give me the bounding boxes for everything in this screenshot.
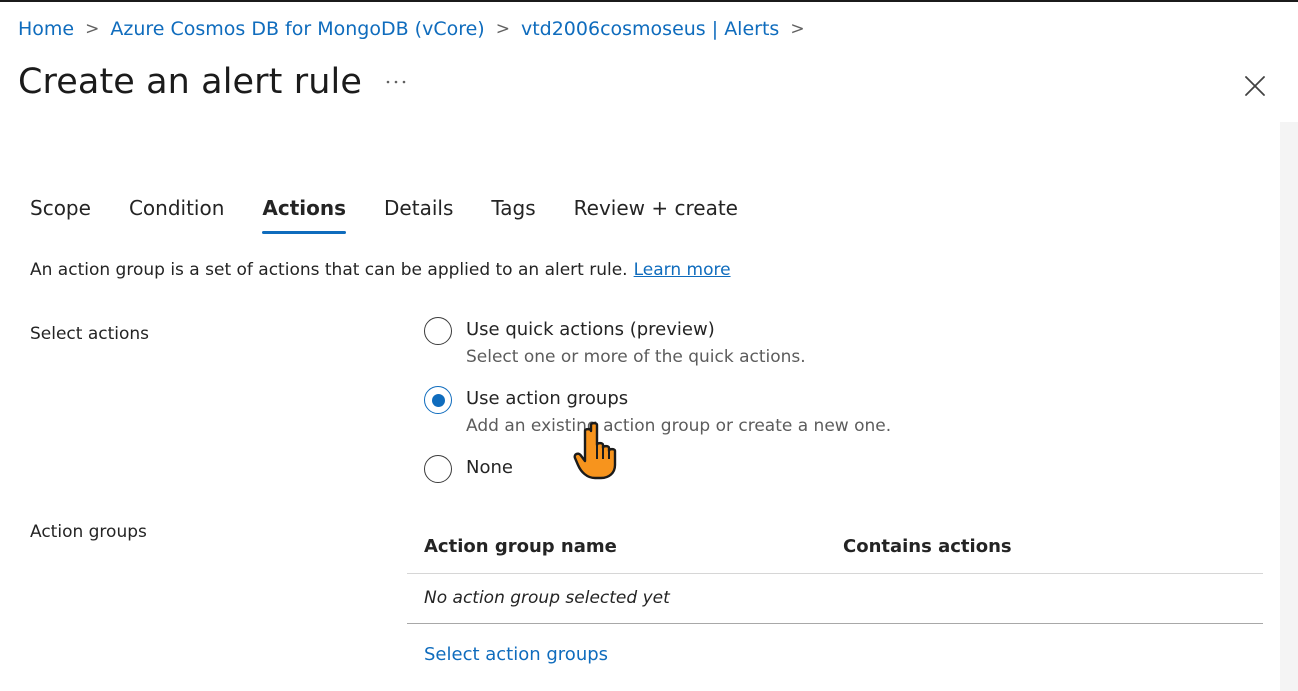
radio-action-groups-label: Use action groups [466,388,629,409]
breadcrumb-home[interactable]: Home [18,18,74,40]
tab-tags[interactable]: Tags [491,196,535,232]
breadcrumb-separator: > [85,19,100,39]
page-title: Create an alert rule [18,62,362,102]
action-groups-label: Action groups [30,522,147,542]
tab-condition[interactable]: Condition [129,196,224,232]
breadcrumb-separator: > [790,19,805,39]
radio-none-label: None [466,457,513,478]
select-actions-label: Select actions [30,324,150,344]
breadcrumb: Home > Azure Cosmos DB for MongoDB (vCor… [18,18,816,40]
intro-text: An action group is a set of actions that… [30,260,731,280]
tab-review-create[interactable]: Review + create [574,196,738,232]
radio-quick-actions-label: Use quick actions (preview) [466,319,715,340]
action-groups-table: Action group name Contains actions No ac… [407,522,1263,624]
column-header-contains-actions: Contains actions [843,536,1012,557]
breadcrumb-separator: > [495,19,510,39]
radio-action-groups-description: Add an existing action group or create a… [466,416,892,436]
radio-checked-icon[interactable] [424,386,452,414]
breadcrumb-alerts[interactable]: vtd2006cosmoseus | Alerts [521,18,779,40]
table-empty-row: No action group selected yet [407,574,1263,624]
radio-action-groups[interactable]: Use action groups Add an existing action… [424,386,891,438]
tab-actions[interactable]: Actions [262,196,346,234]
radio-unchecked-icon[interactable] [424,317,452,345]
table-header: Action group name Contains actions [407,522,1263,574]
radio-quick-actions[interactable]: Use quick actions (preview) Select one o… [424,317,806,369]
radio-dot [431,393,445,407]
breadcrumb-cosmos-db[interactable]: Azure Cosmos DB for MongoDB (vCore) [110,18,484,40]
select-action-groups-link[interactable]: Select action groups [424,644,608,665]
close-icon[interactable] [1242,73,1268,99]
scrollbar-track[interactable] [1280,122,1298,691]
radio-none[interactable]: None [424,455,513,483]
learn-more-link[interactable]: Learn more [634,260,731,280]
column-header-action-group-name: Action group name [424,536,617,557]
intro-description: An action group is a set of actions that… [30,260,628,280]
tab-scope[interactable]: Scope [30,196,91,232]
radio-unchecked-icon[interactable] [424,455,452,483]
tab-details[interactable]: Details [384,196,453,232]
tab-bar: Scope Condition Actions Details Tags Rev… [30,196,776,234]
radio-quick-actions-description: Select one or more of the quick actions. [466,347,806,367]
alert-rule-page: Home > Azure Cosmos DB for MongoDB (vCor… [0,0,1298,691]
ellipsis-icon[interactable] [384,72,408,92]
